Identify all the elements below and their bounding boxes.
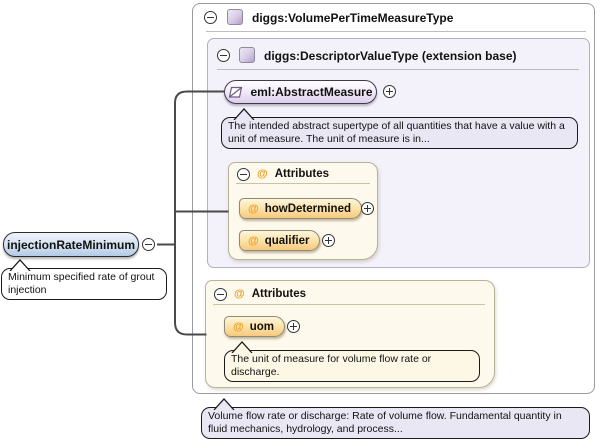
uom-doc-note: The unit of measure for volume flow rate… — [224, 350, 480, 382]
attribute-qualifier[interactable]: @ qualifier — [239, 230, 320, 251]
element-label: injectionRateMinimum — [7, 238, 135, 252]
injection-rate-minimum-element[interactable]: injectionRateMinimum — [3, 232, 139, 257]
callout-pointer — [230, 341, 254, 353]
collapse-toggle-root[interactable] — [204, 11, 217, 24]
callout-pointer — [8, 259, 32, 271]
expand-toggle-qualifier[interactable] — [322, 234, 335, 247]
attributes-group-1-title: Attributes — [275, 168, 329, 180]
header-separator — [217, 69, 579, 70]
collapse-toggle-element[interactable] — [142, 238, 155, 251]
complex-type-icon — [239, 47, 255, 63]
complex-type-icon — [227, 9, 243, 25]
callout-pointer — [212, 398, 236, 410]
root-type-doc-note: Volume flow rate or discharge: Rate of v… — [201, 407, 590, 439]
collapse-toggle-attributes-2[interactable] — [214, 288, 227, 301]
attribute-label: qualifier — [265, 235, 310, 247]
attribute-icon: @ — [248, 203, 259, 215]
attribute-group-icon: @ — [257, 168, 268, 180]
attribute-group-icon: @ — [234, 288, 245, 300]
collapse-toggle-attributes-1[interactable] — [237, 168, 250, 181]
element-doc-note: Minimum specified rate of grout injectio… — [1, 268, 167, 300]
header-separator — [213, 304, 485, 305]
schema-diagram: diggs:VolumePerTimeMeasureType diggs:Des… — [0, 0, 600, 443]
attribute-icon: @ — [233, 321, 244, 333]
abstract-measure-label: eml:AbstractMeasure — [250, 85, 372, 99]
expand-toggle-howdetermined[interactable] — [361, 202, 374, 215]
abstract-measure-element[interactable]: eml:AbstractMeasure — [224, 80, 377, 104]
header-separator — [236, 183, 370, 184]
expand-toggle-uom[interactable] — [287, 320, 300, 333]
attribute-icon: @ — [248, 235, 259, 247]
abstract-measure-doc-note: The intended abstract supertype of all q… — [221, 117, 578, 149]
attribute-label: howDetermined — [265, 203, 351, 215]
extension-base-title: diggs:DescriptorValueType (extension bas… — [264, 49, 517, 63]
attribute-label: uom — [250, 321, 274, 333]
attributes-group-2-title: Attributes — [252, 288, 306, 300]
complex-type-title: diggs:VolumePerTimeMeasureType — [252, 11, 453, 25]
abstract-element-icon — [228, 86, 243, 99]
callout-pointer — [232, 108, 256, 120]
attribute-uom[interactable]: @ uom — [224, 316, 285, 337]
header-separator — [206, 31, 586, 32]
expand-toggle-abstract-measure[interactable] — [383, 85, 396, 98]
collapse-toggle-base[interactable] — [217, 49, 230, 62]
attribute-howdetermined[interactable]: @ howDetermined — [239, 198, 362, 219]
